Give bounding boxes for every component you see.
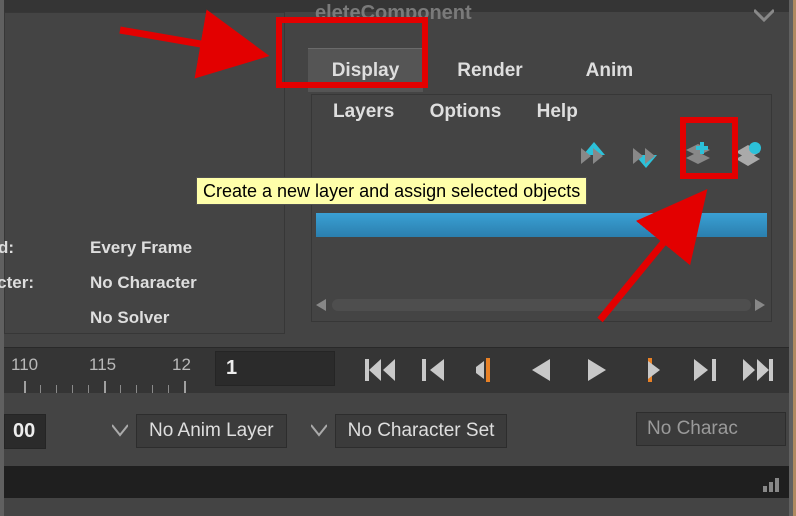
menu-options[interactable]: Options	[430, 101, 502, 123]
layers-scrollbar[interactable]	[316, 297, 767, 313]
chevron-down-icon[interactable]	[112, 423, 128, 439]
new-layer-assign-icon[interactable]	[733, 142, 763, 168]
tick-label-110: 110	[11, 355, 38, 375]
menu-help[interactable]: Help	[537, 101, 578, 123]
tick-label-12: 12	[172, 355, 191, 375]
script-editor-icon[interactable]	[761, 472, 785, 494]
anim-layer-dropdown[interactable]: No Anim Layer	[136, 414, 287, 448]
next-frame-button[interactable]	[628, 350, 672, 390]
scroll-left-icon[interactable]	[316, 299, 328, 311]
add-layer-icon[interactable]	[683, 142, 713, 168]
prev-key-button[interactable]	[412, 350, 456, 390]
go-start-button[interactable]	[358, 350, 402, 390]
current-frame-input[interactable]: 1	[215, 351, 335, 386]
layers-subpanel: Layers Options Help	[311, 94, 772, 322]
tick-label-115: 115	[89, 355, 116, 375]
chevron-down-icon[interactable]	[311, 423, 327, 439]
layer-editor-panel: eleteComponent Display Render Anim Layer…	[295, 12, 782, 332]
layers-panel-menu: Layers Options Help	[318, 101, 593, 123]
label-d: d:	[0, 238, 14, 258]
next-key-button[interactable]	[682, 350, 726, 390]
value-every-frame: Every Frame	[90, 238, 192, 258]
tooltip: Create a new layer and assign selected o…	[196, 177, 587, 205]
value-no-solver: No Solver	[90, 308, 169, 328]
play-back-button[interactable]	[520, 350, 564, 390]
panel-tabs: Display Render Anim	[308, 48, 662, 92]
layer-row[interactable]	[316, 213, 767, 237]
scrollbar-track[interactable]	[332, 299, 751, 311]
menu-layers[interactable]: Layers	[333, 101, 394, 123]
character-set-cut[interactable]: No Charac	[636, 412, 786, 446]
menu-dropdown-icon[interactable]	[754, 6, 774, 26]
tab-render[interactable]: Render	[427, 49, 552, 93]
character-set-dropdown[interactable]: No Character Set	[335, 414, 508, 448]
scroll-right-icon[interactable]	[755, 299, 767, 311]
tab-display[interactable]: Display	[308, 48, 423, 92]
label-cter: cter:	[0, 273, 34, 293]
status-bar	[4, 466, 789, 498]
go-end-button[interactable]	[736, 350, 780, 390]
range-bar: 00 No Anim Layer No Character Set No Cha…	[4, 408, 789, 454]
transport-controls	[358, 350, 780, 390]
timeline-area: 110 115 12 1	[4, 347, 789, 393]
play-button[interactable]	[574, 350, 618, 390]
range-start-input[interactable]: 00	[4, 414, 46, 449]
value-no-character: No Character	[90, 273, 197, 293]
attribute-panel: d: Every Frame cter: No Character No Sol…	[4, 12, 285, 334]
move-layer-down-icon[interactable]	[631, 142, 663, 168]
move-layer-up-icon[interactable]	[579, 142, 611, 168]
tab-anim[interactable]: Anim	[557, 49, 662, 93]
prev-frame-button[interactable]	[466, 350, 510, 390]
delete-component-label: eleteComponent	[315, 2, 472, 25]
